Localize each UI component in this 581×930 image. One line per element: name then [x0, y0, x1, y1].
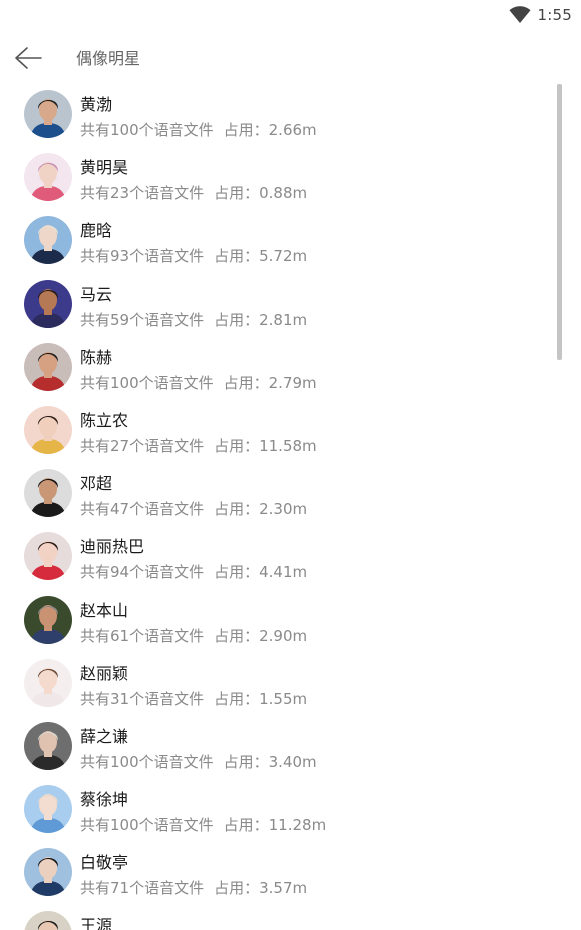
file-count: 共有27个语音文件	[80, 436, 205, 455]
list-item[interactable]: 王源	[0, 905, 581, 930]
list-item[interactable]: 迪丽热巴共有94个语音文件 占用：4.41m	[0, 526, 581, 589]
storage-size: 占用：2.79m	[223, 373, 317, 392]
list-item[interactable]: 陈立农共有27个语音文件 占用：11.58m	[0, 400, 581, 463]
storage-size: 占用：11.58m	[214, 436, 317, 455]
celebrity-list[interactable]: 黄渤 共有100个语音文件 占用：2.66m 黄明昊 共有23个语音文件 占用：0.88m…	[0, 84, 581, 930]
app-bar: 偶像明星	[0, 32, 581, 84]
back-arrow-icon	[15, 47, 42, 69]
file-count: 共有100个语音文件	[80, 816, 214, 835]
storage-size: 占用：5.72m	[214, 247, 308, 266]
list-item[interactable]: 陈赫共有100个语音文件 占用：2.79m	[0, 337, 581, 400]
list-item[interactable]: 黄明昊共有23个语音文件 占用：0.88m	[0, 147, 581, 210]
avatar	[24, 153, 72, 202]
storage-size: 占用：11.28m	[223, 816, 327, 835]
status-bar: 1:55	[0, 0, 581, 32]
list-item[interactable]: 白敬亭共有71个语音文件 占用：3.57m	[0, 842, 581, 905]
file-count: 共有47个语音文件	[80, 500, 205, 519]
avatar	[24, 785, 72, 834]
celebrity-name: 白敬亭	[80, 853, 129, 873]
file-info: 共有47个语音文件 占用：2.30m	[80, 498, 307, 519]
celebrity-name: 赵丽颖	[80, 663, 129, 683]
file-count: 共有59个语音文件	[80, 310, 205, 329]
file-info: 共有100个语音文件 占用：3.40m	[80, 751, 317, 772]
file-count: 共有94个语音文件	[80, 563, 205, 582]
storage-size: 占用：4.41m	[214, 563, 308, 582]
avatar	[24, 532, 72, 581]
list-item[interactable]: 马云共有59个语音文件 占用：2.81m	[0, 274, 581, 337]
file-count: 共有100个语音文件	[80, 373, 214, 392]
avatar	[24, 342, 72, 391]
file-count: 共有23个语音文件	[80, 184, 205, 203]
file-info: 共有94个语音文件 占用：4.41m	[80, 561, 307, 582]
avatar	[24, 721, 72, 770]
back-button[interactable]	[8, 38, 48, 78]
file-info: 共有61个语音文件 占用：2.90m	[80, 625, 307, 646]
storage-size: 占用：2.81m	[214, 310, 308, 329]
file-count: 共有61个语音文件	[80, 626, 205, 645]
file-info: 共有31个语音文件 占用：1.55m	[80, 688, 307, 709]
list-item[interactable]: 赵丽颖共有31个语音文件 占用：1.55m	[0, 653, 581, 716]
celebrity-name: 鹿晗	[80, 221, 113, 241]
avatar	[24, 848, 72, 897]
celebrity-name: 陈赫	[80, 347, 113, 367]
list-item[interactable]: 薛之谦共有100个语音文件 占用：3.40m	[0, 716, 581, 779]
celebrity-name: 邓超	[80, 474, 113, 494]
storage-size: 占用：2.90m	[214, 626, 308, 645]
file-info: 共有93个语音文件 占用：5.72m	[80, 245, 307, 266]
storage-size: 占用：3.57m	[214, 879, 308, 898]
celebrity-name: 黄明昊	[80, 158, 129, 178]
file-info: 共有27个语音文件 占用：11.58m	[80, 435, 317, 456]
file-info: 共有100个语音文件 占用：11.28m	[80, 814, 326, 835]
list-item[interactable]: 蔡徐坤共有100个语音文件 占用：11.28m	[0, 779, 581, 842]
celebrity-name: 黄渤	[80, 95, 113, 114]
storage-size: 占用：0.88m	[214, 184, 308, 203]
list-item[interactable]: 鹿晗共有93个语音文件 占用：5.72m	[0, 210, 581, 273]
avatar	[24, 658, 72, 707]
avatar	[24, 595, 72, 644]
file-info: 共有100个语音文件 占用：2.79m	[80, 372, 317, 393]
avatar	[24, 216, 72, 265]
list-item[interactable]: 赵本山共有61个语音文件 占用：2.90m	[0, 590, 581, 653]
avatar	[24, 90, 72, 138]
avatar	[24, 911, 72, 930]
file-info: 共有59个语音文件 占用：2.81m	[80, 309, 307, 330]
file-count: 共有100个语音文件	[80, 752, 214, 771]
avatar	[24, 405, 72, 454]
file-count: 共有100个语音文件	[80, 121, 214, 139]
storage-size: 占用：3.40m	[223, 752, 317, 771]
celebrity-name: 马云	[80, 284, 113, 304]
file-info: 共有100个语音文件 占用：2.66m	[80, 119, 317, 140]
file-count: 共有71个语音文件	[80, 879, 205, 898]
avatar	[24, 469, 72, 518]
file-info: 共有71个语音文件 占用：3.57m	[80, 877, 307, 898]
celebrity-name: 陈立农	[80, 410, 129, 430]
storage-size: 占用：2.66m	[223, 121, 317, 139]
storage-size: 占用：2.30m	[214, 500, 308, 519]
file-count: 共有31个语音文件	[80, 689, 205, 708]
avatar	[24, 279, 72, 328]
storage-size: 占用：1.55m	[214, 689, 308, 708]
list-item[interactable]: 邓超共有47个语音文件 占用：2.30m	[0, 463, 581, 526]
page-title: 偶像明星	[76, 49, 141, 68]
celebrity-name: 蔡徐坤	[80, 790, 129, 810]
file-count: 共有93个语音文件	[80, 247, 205, 266]
celebrity-name: 迪丽热巴	[80, 537, 145, 557]
list-item[interactable]: 黄渤共有100个语音文件 占用：2.66m	[0, 84, 581, 147]
celebrity-name: 赵本山	[80, 600, 129, 620]
scrollbar[interactable]	[557, 84, 562, 360]
status-time: 1:55	[537, 6, 572, 24]
celebrity-name: 薛之谦	[80, 726, 129, 746]
celebrity-name: 王源	[80, 916, 113, 930]
wifi-icon	[509, 6, 531, 24]
file-info: 共有23个语音文件 占用：0.88m	[80, 182, 307, 203]
